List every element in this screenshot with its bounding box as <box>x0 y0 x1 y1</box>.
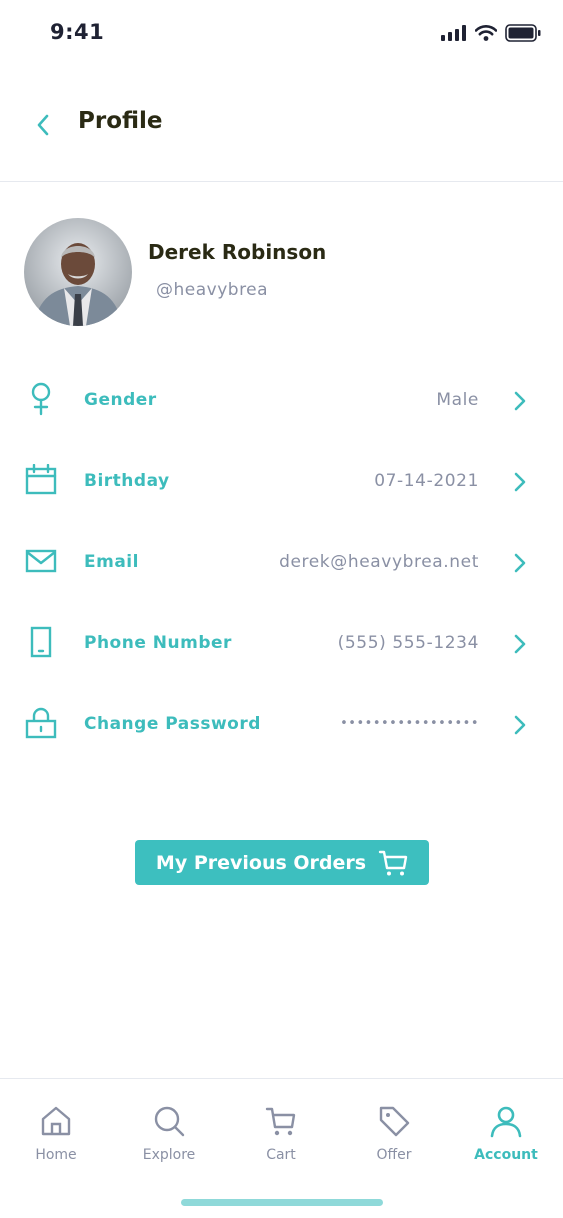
header: Profile <box>0 70 563 182</box>
email-row[interactable]: Email derek@heavybrea.net <box>0 536 563 617</box>
home-indicator <box>181 1199 383 1206</box>
search-icon <box>154 1106 185 1137</box>
birthday-label: Birthday <box>84 471 170 491</box>
tab-offer[interactable]: Offer <box>338 1103 450 1163</box>
tab-account[interactable]: Account <box>450 1103 562 1163</box>
home-icon <box>41 1106 71 1136</box>
password-value: ••••••••••••••••• <box>340 716 479 731</box>
birthday-row[interactable]: Birthday 07-14-2021 <box>0 455 563 536</box>
tab-cart-label: Cart <box>266 1147 296 1163</box>
profile-handle: @heavybrea <box>156 280 269 300</box>
phone-icon <box>24 625 58 659</box>
previous-orders-button[interactable]: My Previous Orders <box>135 840 429 885</box>
status-bar: 9:41 <box>0 0 563 70</box>
battery-icon <box>505 24 541 42</box>
tab-explore-label: Explore <box>142 1147 196 1163</box>
tag-icon <box>379 1106 410 1137</box>
tab-cart[interactable]: Cart <box>225 1103 337 1163</box>
email-label: Email <box>84 552 139 572</box>
tab-offer-label: Offer <box>376 1147 412 1163</box>
phone-label: Phone Number <box>84 633 232 653</box>
phone-row[interactable]: Phone Number (555) 555-1234 <box>0 617 563 698</box>
back-button[interactable] <box>28 110 58 140</box>
bottom-tab-bar: Home Explore Cart Offer Account <box>0 1078 563 1218</box>
female-gender-icon <box>24 382 58 416</box>
chevron-left-icon <box>37 114 49 136</box>
email-value: derek@heavybrea.net <box>279 552 479 572</box>
tab-home[interactable]: Home <box>0 1103 112 1163</box>
gender-row[interactable]: Gender Male <box>0 374 563 455</box>
status-icons <box>441 24 541 42</box>
cart-icon <box>378 850 408 875</box>
mail-icon <box>24 544 58 578</box>
user-icon <box>490 1106 522 1138</box>
profile-summary: Derek Robinson @heavybrea <box>24 218 544 328</box>
wifi-icon <box>475 25 497 41</box>
chevron-right-icon <box>511 550 529 576</box>
page-title: Profile <box>78 108 163 134</box>
birthday-value: 07-14-2021 <box>374 471 479 491</box>
tab-explore[interactable]: Explore <box>113 1103 225 1163</box>
chevron-right-icon <box>511 631 529 657</box>
avatar[interactable] <box>24 218 132 326</box>
cellular-signal-icon <box>441 25 466 41</box>
chevron-right-icon <box>511 712 529 738</box>
profile-details-list: Gender Male Birthday 07-14-2021 Email de… <box>0 374 563 779</box>
change-password-label: Change Password <box>84 714 261 734</box>
chevron-right-icon <box>511 388 529 414</box>
calendar-icon <box>24 463 58 497</box>
status-time: 9:41 <box>50 20 105 44</box>
tab-home-label: Home <box>35 1147 77 1163</box>
avatar-image <box>24 218 132 326</box>
phone-value: (555) 555-1234 <box>337 633 479 653</box>
profile-name: Derek Robinson <box>148 240 327 264</box>
gender-value: Male <box>436 390 479 410</box>
change-password-row[interactable]: Change Password ••••••••••••••••• <box>0 698 563 779</box>
cart-icon <box>265 1107 296 1136</box>
previous-orders-label: My Previous Orders <box>155 851 367 874</box>
lock-icon <box>24 706 58 740</box>
tab-account-label: Account <box>474 1147 538 1163</box>
chevron-right-icon <box>511 469 529 495</box>
gender-label: Gender <box>84 390 157 410</box>
